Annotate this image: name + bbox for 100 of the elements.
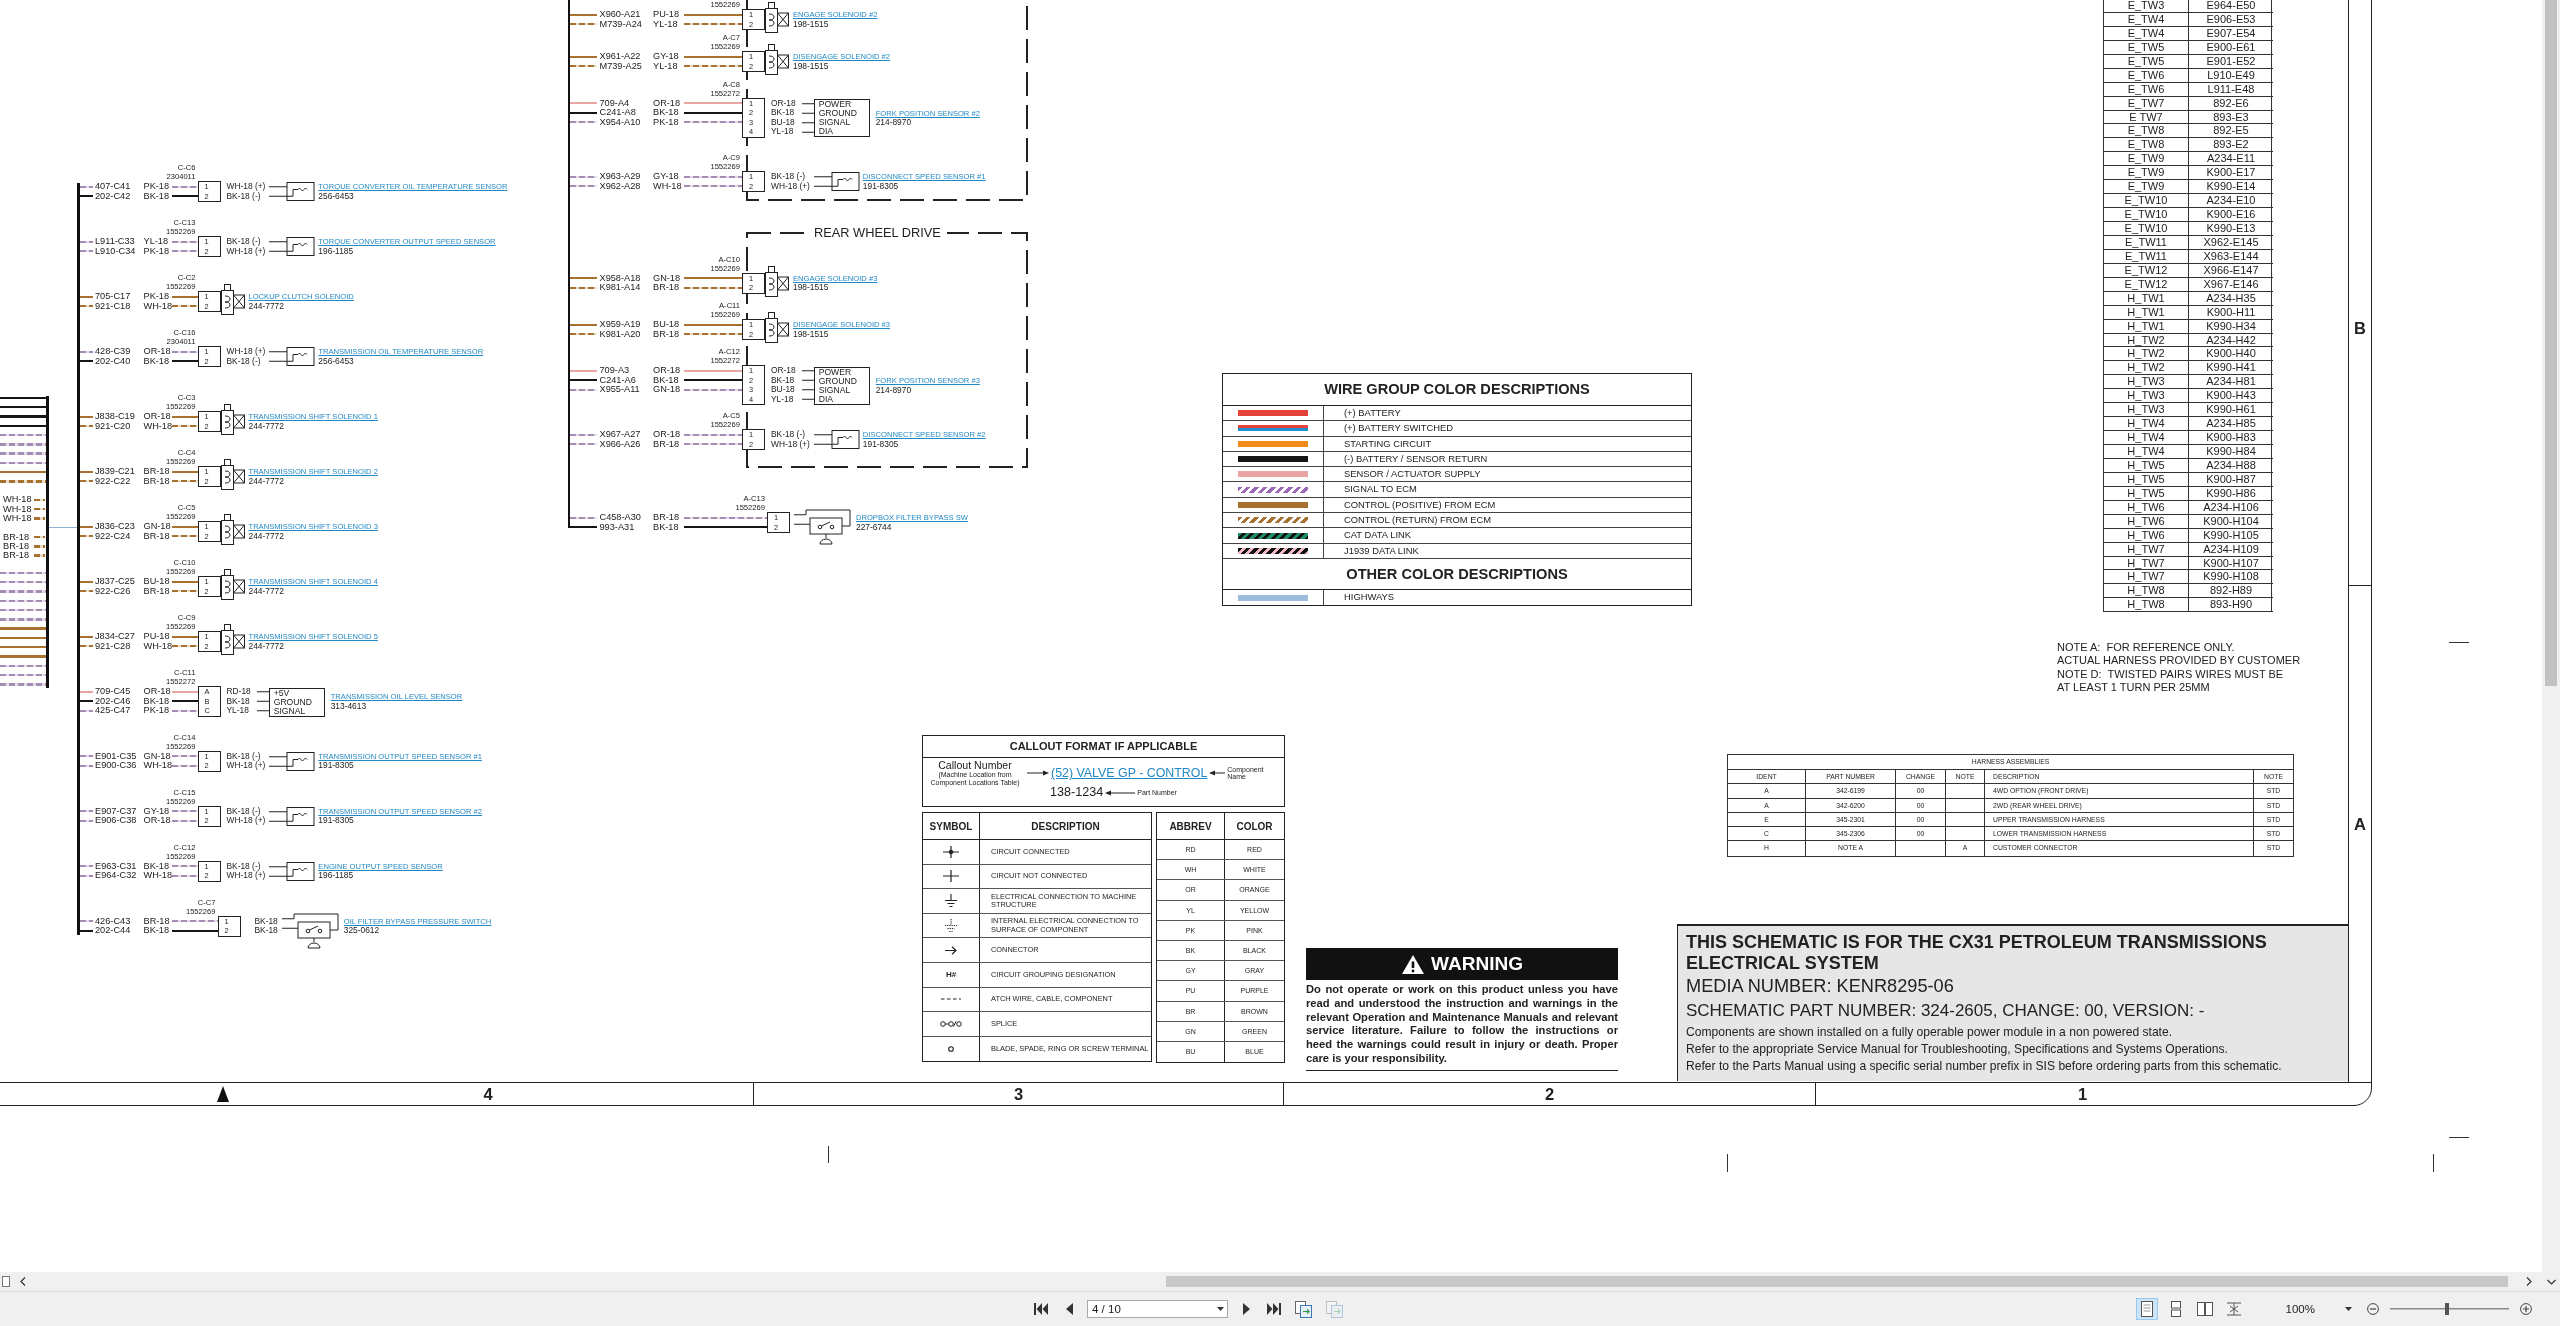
- terminal-label: GROUND: [273, 697, 313, 707]
- column-header: ABBREV: [1157, 813, 1225, 839]
- table-cell: X963-E144: [2189, 249, 2273, 264]
- table-cell: E_TW6: [2104, 68, 2189, 83]
- arrow-icon: [1209, 770, 1226, 777]
- wire-color-label: GN-18: [653, 385, 681, 395]
- wire-color-label: BU-18: [771, 117, 795, 127]
- circuit-label: E906-C38: [95, 816, 137, 826]
- wire: [684, 333, 742, 336]
- legend-title: OTHER COLOR DESCRIPTIONS: [1223, 558, 1691, 590]
- wire-color-label: GY-18: [653, 172, 679, 182]
- wire: [171, 250, 198, 253]
- highway-line: [49, 526, 77, 528]
- wire-stub: [79, 415, 93, 418]
- book-pages-icon: [2225, 1301, 2242, 1317]
- part-number: 244-7772: [248, 421, 285, 431]
- wire-color-label: BR-18: [143, 476, 170, 486]
- circuit-label: 407-C41: [95, 182, 131, 192]
- table-cell: K990-H108: [2189, 570, 2273, 585]
- wire-stub: [79, 874, 93, 877]
- circuit-label: 922-C26: [95, 586, 131, 596]
- table-cell: H_TW8: [2104, 584, 2189, 599]
- table-cell: K990-H105: [2189, 528, 2273, 543]
- circuit-label: 922-C24: [95, 531, 131, 541]
- scrollbar-thumb[interactable]: [1166, 1276, 2508, 1287]
- note-text: NOTE D: TWISTED PAIRS WIRES MUST BE: [2057, 667, 2285, 681]
- wire: [684, 13, 742, 16]
- table-cell: K900-H11: [2189, 305, 2273, 320]
- wire-stub: [570, 443, 597, 446]
- wire-color-label: WH-18: [143, 301, 173, 311]
- wire: [684, 369, 742, 372]
- circuit-label: J837-C25: [95, 577, 135, 587]
- wire: [684, 185, 742, 188]
- part-number: 244-7772: [248, 641, 285, 651]
- part-number: 191-8305: [862, 439, 900, 449]
- wire-swatch-icon: [1238, 456, 1308, 463]
- wire-swatch-icon: [1238, 517, 1308, 524]
- wire: [171, 920, 218, 923]
- circuit-label: 202-C42: [95, 191, 131, 201]
- wire-stub: [79, 360, 93, 363]
- sensor-icon: [269, 236, 316, 257]
- table-cell: E_TW10: [2104, 222, 2189, 236]
- table-cell: E_TW5: [2104, 40, 2189, 55]
- table-cell: K990-H34: [2189, 319, 2273, 334]
- wire: [171, 350, 198, 353]
- wire-color-label: PK-18: [143, 182, 170, 192]
- wire-stub: [570, 13, 597, 16]
- slider-thumb[interactable]: [2445, 1303, 2450, 1315]
- table-cell: K990-H84: [2189, 445, 2273, 459]
- previous-icon: [1065, 1303, 1073, 1315]
- table-cell: H_TW3: [2104, 389, 2189, 404]
- chevron-down-icon[interactable]: [2546, 1279, 2556, 1285]
- component-link[interactable]: (52) VALVE GP - CONTROL: [1051, 766, 1208, 781]
- table-cell: E TW7: [2104, 110, 2189, 125]
- wire-color-label: YL-18: [771, 394, 794, 404]
- circuit-label: 425-C47: [95, 706, 131, 716]
- wire-stub: [570, 277, 597, 280]
- legend-label: CONTROL (RETURN) FROM ECM: [1343, 513, 1492, 528]
- square-icon[interactable]: [2, 1276, 10, 1287]
- wire: [684, 443, 742, 446]
- circuit-label: L910-C34: [95, 246, 136, 256]
- page-number-field[interactable]: 4 / 10: [1087, 1300, 1228, 1318]
- wire: [684, 111, 742, 114]
- wire-color-label: WH-18 (+): [226, 816, 266, 826]
- wire: [684, 286, 742, 289]
- wire: [171, 415, 198, 418]
- chevron-left-icon[interactable]: [20, 1277, 26, 1286]
- circuit-label: M739-A24: [599, 19, 642, 29]
- circuit-label: 202-C46: [95, 696, 131, 706]
- wire: [171, 580, 198, 583]
- wire-color-label: BK-18: [143, 861, 170, 871]
- scrollbar-thumb[interactable]: [2545, 0, 2557, 686]
- part-number: 198-1515: [793, 283, 830, 293]
- table-cell: A234-E10: [2189, 194, 2273, 209]
- warning-icon: [1401, 953, 1426, 975]
- wire-label: BR-18: [2, 541, 30, 551]
- table-cell: 892-E6: [2189, 96, 2273, 111]
- pressure-switch-icon: [794, 509, 852, 545]
- circuit-label: X954-A10: [599, 117, 641, 127]
- view-mode-button[interactable]: [2135, 1298, 2158, 1320]
- part-number: 214-8970: [875, 385, 913, 395]
- terminal-label: GROUND: [818, 109, 858, 118]
- wire-stub: [79, 635, 93, 638]
- chevron-right-icon[interactable]: [2526, 1277, 2532, 1286]
- page-history-button[interactable]: [1292, 1298, 1315, 1320]
- wire: [171, 470, 198, 473]
- table-cell: K990-E13: [2189, 222, 2273, 236]
- circuit-label: E900-C36: [95, 761, 137, 771]
- wire-color-label: BK-18 (-): [771, 430, 805, 440]
- wire: [171, 635, 198, 638]
- table-cell: H_TW5: [2104, 486, 2189, 501]
- wire-color-label: BK-18 (-): [771, 172, 805, 182]
- wire-label: BR-18: [2, 550, 30, 561]
- wire: [684, 23, 742, 26]
- part-number: 196-1185: [318, 871, 355, 881]
- wire-swatch-icon: [1238, 547, 1308, 554]
- table-cell: E964-E50: [2189, 0, 2273, 13]
- dashed-line-icon: [941, 998, 961, 1001]
- wire-color-label: WH-18: [653, 181, 682, 191]
- zoom-level-field[interactable]: 100%: [2281, 1300, 2356, 1318]
